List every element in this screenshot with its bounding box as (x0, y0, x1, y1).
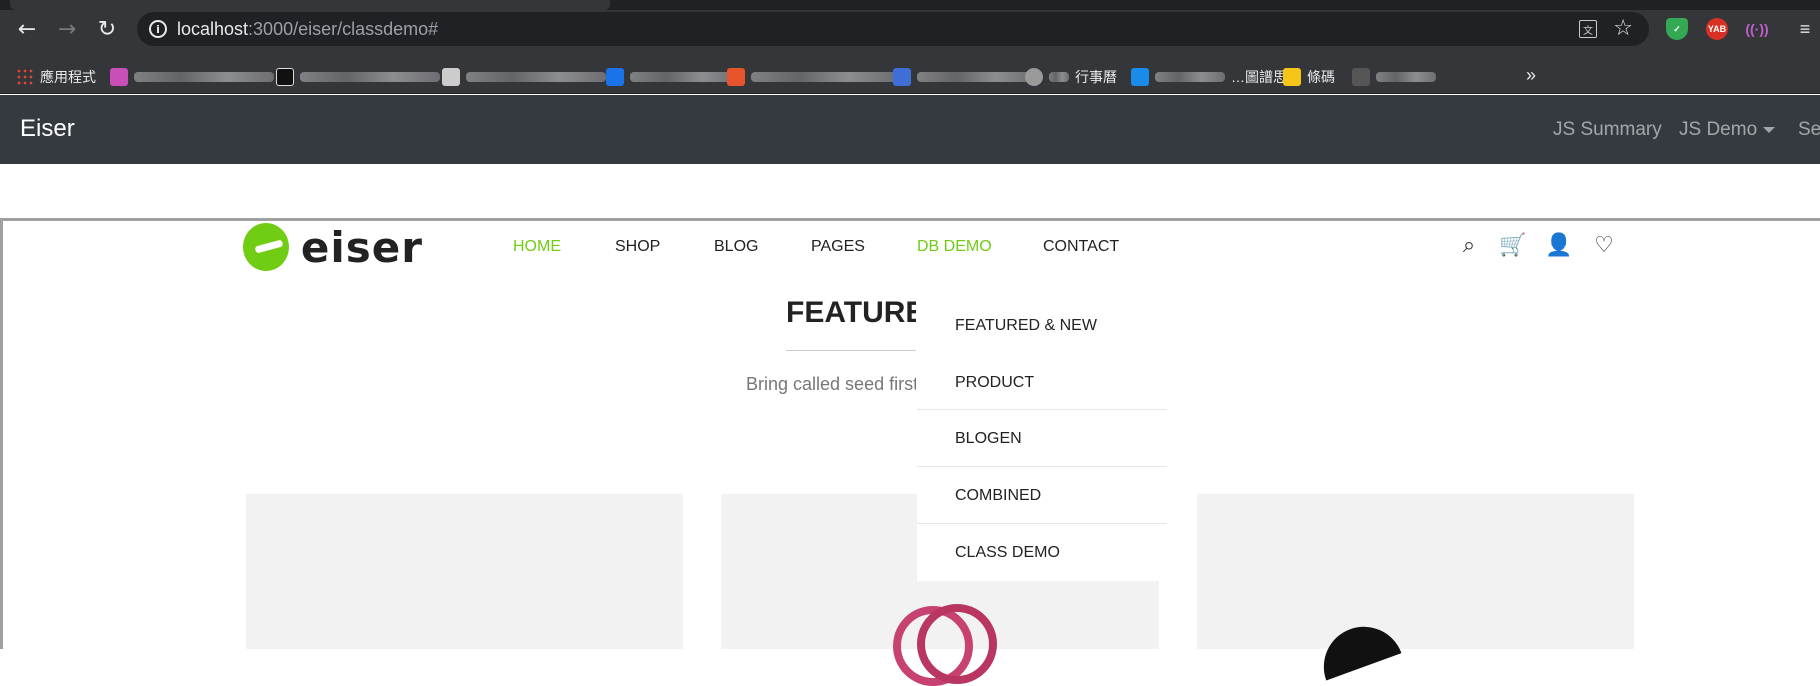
dropdown-item-featured-new[interactable]: FEATURED & NEW (917, 297, 1167, 354)
bookmark-label: 行事曆 (1075, 69, 1117, 85)
bookmark-blurred-label (917, 72, 1035, 82)
bookmark-blurred-label (466, 72, 606, 82)
menu-db-demo[interactable]: DB DEMO (917, 238, 992, 256)
bookmark-blurred-label (1155, 72, 1225, 82)
db-demo-dropdown-menu: FEATURED & NEW PRODUCT BLOGEN COMBINED C… (917, 297, 1167, 581)
dropdown-item-product[interactable]: PRODUCT (917, 354, 1167, 411)
bookmarks-bar: 應用程式 行事曆 …圖譜思 條碼 » (0, 58, 1820, 94)
apps-grid-icon (16, 68, 34, 86)
bookmark-favicon-icon (893, 68, 911, 86)
tab-strip (0, 0, 1820, 10)
yab-extension-icon[interactable]: YAB (1706, 18, 1728, 40)
bookmark-favicon-icon (442, 68, 460, 86)
cart-icon[interactable]: 🛒 (1499, 232, 1526, 258)
product-card[interactable] (1197, 494, 1634, 681)
bookmark-favicon-icon (110, 68, 128, 86)
bookmark-star-icon[interactable]: ☆ (1613, 16, 1633, 41)
bookmark-blurred-label (1376, 72, 1436, 82)
bookmark-favicon-icon (1025, 68, 1043, 86)
menu-shop[interactable]: SHOP (615, 238, 660, 256)
nav-js-demo-dropdown[interactable]: JS Demo (1679, 119, 1776, 141)
address-bar[interactable]: i localhost:3000/eiser/classdemo# 文 ☆ (137, 12, 1649, 46)
bookmark-item[interactable] (276, 67, 440, 87)
shield-extension-icon[interactable]: ✓ (1666, 18, 1688, 40)
menu-home[interactable]: HOME (513, 238, 561, 256)
menu-contact[interactable]: CONTACT (1043, 238, 1119, 256)
navbar-brand[interactable]: Eiser (20, 115, 75, 143)
nav-js-summary[interactable]: JS Summary (1553, 119, 1662, 141)
heart-icon[interactable]: ♡ (1591, 232, 1617, 258)
dropdown-item-blogen[interactable]: BLOGEN (917, 410, 1167, 467)
dropdown-item-combined[interactable]: COMBINED (917, 467, 1167, 524)
title-divider (786, 350, 916, 351)
back-arrow-icon[interactable]: ← (12, 14, 42, 44)
cast-extension-icon[interactable]: ((·)) (1745, 18, 1768, 40)
bookmark-label: 應用程式 (40, 69, 96, 85)
bookmark-item[interactable] (727, 67, 896, 87)
nav-se-truncated[interactable]: Se (1798, 119, 1820, 141)
bookmark-item[interactable]: …圖譜思 (1131, 67, 1287, 87)
bookmark-blurred-label (630, 72, 738, 82)
product-card[interactable] (246, 494, 683, 649)
bookmark-favicon-icon (727, 68, 745, 86)
section-subtitle: Bring called seed first (746, 374, 916, 394)
bookmark-label: 條碼 (1307, 69, 1335, 85)
bookmark-apps[interactable]: 應用程式 (16, 67, 96, 87)
search-icon[interactable]: ⌕ (1456, 232, 1482, 258)
shoe-image (1312, 615, 1402, 681)
dropdown-item-class-demo[interactable]: CLASS DEMO (917, 524, 1167, 581)
bookmark-item[interactable] (893, 67, 1035, 87)
browser-tab[interactable] (10, 0, 610, 10)
section-title: FEATURED (786, 296, 916, 329)
bag-handle-shape (917, 604, 997, 684)
bookmark-label: …圖譜思 (1231, 69, 1287, 85)
bookmark-item[interactable] (606, 67, 738, 87)
bookmark-item[interactable]: 行事曆 (1025, 67, 1117, 87)
browser-toolbar: ← → ↻ i localhost:3000/eiser/classdemo# … (0, 0, 1820, 58)
reload-icon[interactable]: ↻ (92, 14, 122, 44)
bookmark-blurred-label (300, 72, 440, 82)
site-info-icon[interactable]: i (149, 20, 167, 38)
bookmark-item[interactable] (1352, 67, 1436, 87)
bookmark-blurred-label (134, 72, 274, 82)
logo-text: eiser (300, 222, 423, 272)
menu-pages[interactable]: PAGES (811, 238, 865, 256)
app-navbar: Eiser JS Summary JS Demo Se (0, 95, 1820, 164)
url-path: :3000/eiser/classdemo# (248, 19, 439, 39)
bookmark-favicon-icon (276, 68, 294, 86)
bookmark-item[interactable] (442, 67, 606, 87)
bookmark-item[interactable] (110, 67, 274, 87)
browser-menu-icon[interactable]: ≡ (1797, 18, 1813, 40)
site-logo[interactable]: eiser (243, 220, 423, 274)
bookmark-item[interactable]: 條碼 (1283, 67, 1335, 87)
bookmark-favicon-icon (1283, 68, 1301, 86)
url-text[interactable]: localhost:3000/eiser/classdemo# (177, 19, 438, 40)
bookmarks-overflow-icon[interactable]: » (1526, 65, 1536, 86)
user-icon[interactable]: 👤 (1545, 232, 1572, 258)
bookmark-favicon-icon (1352, 68, 1370, 86)
caret-down-icon (1763, 126, 1776, 133)
bookmark-blurred-label (751, 72, 896, 82)
url-host: localhost (177, 19, 249, 39)
logo-mark-icon (243, 223, 289, 271)
translate-icon[interactable]: 文 (1579, 20, 1597, 38)
nav-js-demo-label: JS Demo (1679, 119, 1758, 140)
bookmark-favicon-icon (606, 68, 624, 86)
menu-blog[interactable]: BLOG (714, 238, 758, 256)
forward-arrow-icon[interactable]: → (52, 14, 82, 44)
bookmark-blurred-label (1049, 72, 1069, 82)
bookmark-favicon-icon (1131, 68, 1149, 86)
